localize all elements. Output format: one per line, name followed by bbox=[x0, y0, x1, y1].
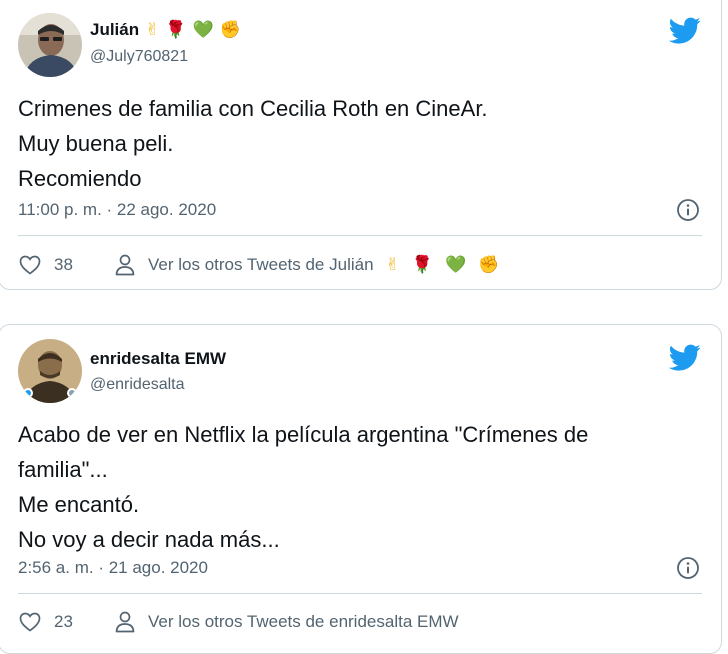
like-button[interactable]: 23 bbox=[18, 610, 114, 634]
raised-fist-emoji: ✊ bbox=[478, 254, 500, 275]
author-name-row[interactable]: Julián ✌ 🌹 💚 ✊ bbox=[90, 20, 241, 40]
heart-icon bbox=[19, 255, 41, 275]
display-name[interactable]: Julián bbox=[90, 20, 139, 40]
green-heart-emoji: 💚 bbox=[444, 254, 467, 275]
info-icon[interactable] bbox=[676, 198, 700, 222]
more-tweets-link[interactable]: Ver los otros Tweets de enridesalta EMW bbox=[114, 610, 459, 634]
victory-hand-emoji: ✌ bbox=[145, 19, 160, 40]
user-handle[interactable]: @enridesalta bbox=[90, 376, 185, 394]
tweet-meta: 11:00 p. m. · 22 ago. 2020 bbox=[18, 197, 702, 223]
more-tweets-label: Ver los otros Tweets de enridesalta EMW bbox=[148, 612, 459, 631]
like-button[interactable]: 38 bbox=[18, 253, 114, 277]
tweet-meta: 2:56 a. m. · 21 ago. 2020 bbox=[18, 555, 702, 581]
tweet-actions: 38 Ver los otros Tweets de Julián ✌ 🌹 💚 … bbox=[18, 251, 702, 279]
timestamp[interactable]: 11:00 p. m. · 22 ago. 2020 bbox=[18, 200, 216, 219]
person-icon bbox=[115, 611, 135, 633]
user-handle[interactable]: @July760821 bbox=[90, 48, 188, 66]
avatar[interactable] bbox=[18, 339, 82, 403]
avatar[interactable] bbox=[18, 13, 82, 77]
more-tweets-link[interactable]: Ver los otros Tweets de Julián ✌ 🌹 💚 ✊ bbox=[114, 253, 499, 277]
raised-fist-emoji: ✊ bbox=[219, 19, 241, 40]
person-icon bbox=[115, 254, 135, 276]
rose-emoji: 🌹 bbox=[165, 19, 187, 40]
victory-hand-emoji: ✌ bbox=[385, 254, 400, 275]
twitter-bird-icon[interactable] bbox=[669, 14, 701, 46]
tweet-text-line: familia"... bbox=[18, 457, 108, 482]
divider bbox=[18, 235, 702, 236]
heart-icon bbox=[19, 612, 41, 632]
like-count: 23 bbox=[54, 612, 73, 631]
tweet-text: Crimenes de familia con Cecilia Roth en … bbox=[18, 91, 697, 196]
info-icon[interactable] bbox=[676, 556, 700, 580]
tweet-text-line: Muy buena peli. bbox=[18, 131, 174, 156]
tweet-text-line: No voy a decir nada más... bbox=[18, 527, 280, 552]
divider bbox=[18, 593, 702, 594]
tweet-card[interactable]: enridesalta EMW @enridesalta Acabo de ve… bbox=[0, 324, 722, 654]
like-count: 38 bbox=[54, 255, 73, 274]
tweet-actions: 23 Ver los otros Tweets de enridesalta E… bbox=[18, 608, 702, 636]
timestamp[interactable]: 2:56 a. m. · 21 ago. 2020 bbox=[18, 558, 208, 577]
tweet-text-line: Crimenes de familia con Cecilia Roth en … bbox=[18, 96, 488, 121]
tweet-text-line: Acabo de ver en Netflix la película arge… bbox=[18, 422, 589, 447]
tweet-text-line: Me encantó. bbox=[18, 492, 140, 517]
display-name[interactable]: enridesalta EMW bbox=[90, 349, 226, 369]
green-heart-emoji: 💚 bbox=[192, 19, 214, 40]
more-tweets-label: Ver los otros Tweets de Julián bbox=[148, 255, 374, 274]
author-name-row[interactable]: enridesalta EMW bbox=[90, 349, 226, 369]
tweet-card[interactable]: Julián ✌ 🌹 💚 ✊ @July760821 Crimenes de f… bbox=[0, 0, 722, 290]
tweet-text: Acabo de ver en Netflix la película arge… bbox=[18, 417, 697, 557]
twitter-bird-icon[interactable] bbox=[669, 341, 701, 373]
rose-emoji: 🌹 bbox=[411, 254, 433, 275]
tweet-text-line: Recomiendo bbox=[18, 166, 142, 191]
